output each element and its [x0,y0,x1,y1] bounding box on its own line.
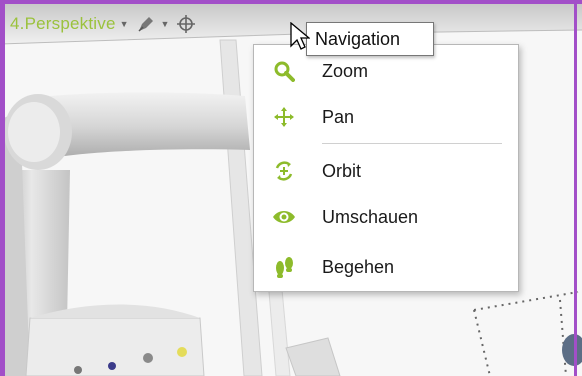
viewport-toolbar: 4.Perspektive ▼ ▼ [10,11,197,37]
menu-item-label: Umschauen [322,206,419,227]
look-around-icon [272,205,296,229]
menu-item-label: Begehen [322,256,395,277]
navigation-crosshair-icon[interactable] [175,13,197,35]
walk-icon [272,255,296,279]
tooltip-text: Navigation [315,28,401,49]
menu-item-pan[interactable]: Pan [254,97,518,137]
zoom-icon [272,59,296,83]
menu-item-orbit[interactable]: Orbit [254,151,518,191]
viewport-frame-left [0,0,5,376]
pen-dropdown-arrow-icon[interactable]: ▼ [161,19,170,29]
viewport-frame-right [574,0,577,376]
viewport-title[interactable]: 4.Perspektive [10,14,116,34]
menu-item-walk[interactable]: Begehen [254,247,518,287]
mouse-cursor-icon [290,22,310,50]
pan-icon [272,105,296,129]
view-dropdown-arrow-icon[interactable]: ▼ [120,19,129,29]
navigation-tooltip: Navigation [306,22,434,56]
menu-item-zoom[interactable]: Zoom [254,51,518,91]
menu-separator [322,143,502,144]
orbit-icon [272,159,296,183]
pen-icon[interactable] [135,13,157,35]
viewport-frame-top [0,0,582,4]
menu-item-label: Pan [322,106,355,127]
navigation-menu: Zoom Pan Orbit Umschauen Begehen [253,44,519,292]
menu-item-label: Orbit [322,160,362,181]
menu-item-look-around[interactable]: Umschauen [254,197,518,237]
3d-viewport[interactable]: 4.Perspektive ▼ ▼ Zoom Pan Orbit Umschau… [0,0,582,376]
menu-item-label: Zoom [322,60,369,81]
